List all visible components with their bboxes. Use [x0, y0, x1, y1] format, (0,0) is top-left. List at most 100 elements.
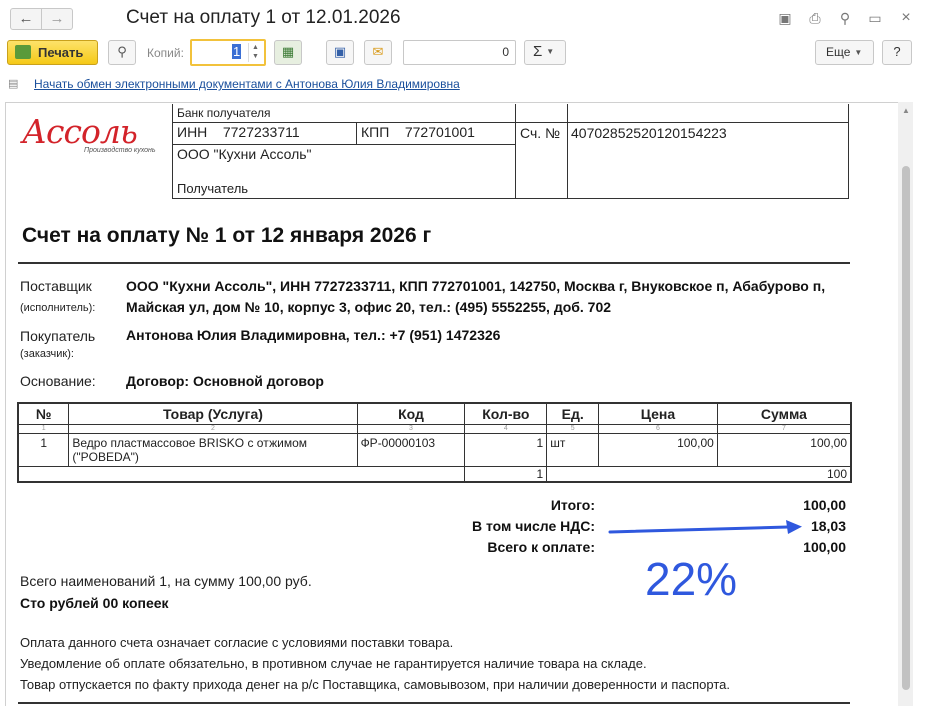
- company-logo: Ассоль Производство кухонь: [22, 112, 172, 162]
- recipient-label: Получатель: [177, 181, 249, 196]
- column-number: 7: [716, 424, 852, 433]
- magnifier-icon: ⚲: [117, 44, 127, 59]
- column-header: Кол-во: [464, 402, 548, 425]
- annotation-arrow: [608, 520, 802, 534]
- logo-tagline: Производство кухонь: [84, 147, 156, 154]
- note-line: Уведомление об оплате обязательно, в про…: [20, 656, 647, 671]
- row-price: 100,00: [598, 432, 718, 467]
- total-sum: 100: [546, 465, 853, 483]
- row-sum: 100,00: [716, 432, 852, 467]
- preview-button[interactable]: ⚲: [108, 40, 136, 65]
- basis-label: Основание:: [20, 373, 96, 389]
- more-button-label: Еще: [826, 45, 851, 59]
- email-button[interactable]: ✉: [364, 40, 392, 65]
- row-code: ФР-00000103: [356, 432, 466, 467]
- supplier-text: ООО "Кухни Ассоль", ИНН 7727233711, КПП …: [126, 278, 826, 315]
- summary-line: Всего наименований 1, на сумму 100,00 ру…: [20, 573, 312, 589]
- sigma-icon: Σ: [533, 43, 543, 60]
- scroll-thumb[interactable]: [902, 166, 910, 690]
- itogo-label: Итого:: [550, 497, 595, 513]
- buyer-sublabel: (заказчик):: [20, 348, 74, 360]
- column-number: 1: [17, 424, 70, 433]
- bank-details: Банк получателя ИНН 7727233711 КПП 77270…: [172, 104, 849, 199]
- table-header-row: № Товар (Услуга) Код Кол-во Ед. Цена Сум…: [17, 402, 852, 425]
- copies-stepper[interactable]: ▲ ▼: [248, 43, 262, 62]
- nds-label: В том числе НДС:: [471, 518, 595, 534]
- table-row: 1 Ведро пластмассовое BRISKO с отжимом (…: [17, 432, 852, 467]
- column-header: Ед.: [546, 402, 600, 425]
- supplier-label: Поставщик: [20, 278, 92, 294]
- annotation-percent: 22%: [645, 553, 738, 605]
- help-button[interactable]: ?: [882, 40, 912, 65]
- copies-input[interactable]: 1 ▲ ▼: [190, 39, 266, 66]
- exchange-icon: ▤: [8, 78, 19, 90]
- scroll-up-icon[interactable]: ▲: [901, 106, 911, 116]
- window-title: Счет на оплату 1 от 12.01.2026: [126, 7, 401, 28]
- row-product-name: Ведро пластмассовое BRISKO с отжимом ("P…: [68, 432, 358, 467]
- column-header: Товар (Услуга): [68, 402, 358, 425]
- exchange-link[interactable]: Начать обмен электронными документами с …: [34, 77, 460, 91]
- column-header: Код: [356, 402, 466, 425]
- forward-button[interactable]: →: [41, 8, 73, 30]
- arrow-right-icon: →: [49, 10, 65, 27]
- total-value: 100,00: [803, 539, 846, 555]
- sum-field[interactable]: 0: [403, 40, 516, 65]
- copies-label: Копий:: [147, 46, 184, 60]
- save-document-button[interactable]: ▣: [326, 40, 354, 65]
- envelope-icon: ✉: [372, 44, 384, 59]
- preview-icon[interactable]: ⚲: [836, 9, 854, 27]
- column-number: 6: [598, 424, 718, 433]
- back-button[interactable]: ←: [10, 8, 42, 30]
- printer-icon: [15, 45, 31, 59]
- recipient-name: ООО "Кухни Ассоль": [177, 146, 312, 162]
- basis-text: Договор: Основной договор: [126, 373, 324, 389]
- chevron-down-icon: ▼: [546, 47, 555, 57]
- table-total-row: 1 100: [17, 465, 853, 483]
- title-bar: ← → Счет на оплату 1 от 12.01.2026 ▣ ⎙ ⚲…: [0, 0, 935, 36]
- account-label: Сч. №: [520, 125, 561, 141]
- total-quantity: 1: [464, 465, 548, 483]
- floppy-icon: ▣: [333, 44, 347, 59]
- column-number: 5: [546, 424, 600, 433]
- column-header: №: [17, 402, 70, 425]
- more-button[interactable]: Еще ▼: [815, 40, 874, 65]
- column-header: Сумма: [716, 402, 852, 425]
- chevron-down-icon: ▼: [854, 47, 863, 57]
- kpp-value: КПП 772701001: [361, 124, 475, 140]
- sum-mode-dropdown[interactable]: Σ ▼: [524, 40, 566, 65]
- bank-label: Банк получателя: [177, 106, 271, 120]
- supplier-sublabel: (исполнитель):: [20, 302, 96, 314]
- restore-icon[interactable]: ▭: [866, 9, 884, 27]
- print-icon[interactable]: ⎙: [806, 9, 824, 27]
- itogo-value: 100,00: [803, 497, 846, 513]
- column-header: Цена: [598, 402, 718, 425]
- buyer-label: Покупатель: [20, 328, 96, 344]
- copies-value: 1: [232, 44, 242, 59]
- buyer-text: Антонова Юлия Владимировна, тел.: +7 (95…: [126, 327, 501, 343]
- save-icon[interactable]: ▣: [776, 9, 794, 27]
- column-number: 4: [464, 424, 548, 433]
- note-line: Оплата данного счета означает согласие с…: [20, 635, 454, 650]
- items-table: № Товар (Услуга) Код Кол-во Ед. Цена Сум…: [17, 402, 853, 483]
- close-icon[interactable]: ×: [897, 9, 915, 27]
- column-number: 3: [356, 424, 466, 433]
- arrow-left-icon: ←: [18, 10, 34, 27]
- edit-table-icon: ▦: [281, 44, 295, 59]
- print-button[interactable]: Печать: [7, 40, 98, 65]
- document-title: Счет на оплату № 1 от 12 января 2026 г: [22, 224, 432, 247]
- amount-in-words: Сто рублей 00 копеек: [20, 595, 169, 611]
- logo-brand: Ассоль: [22, 112, 138, 151]
- row-number: 1: [17, 432, 70, 467]
- note-line: Товар отпускается по факту прихода денег…: [20, 677, 730, 692]
- column-number: 2: [68, 424, 358, 433]
- print-button-label: Печать: [38, 45, 84, 60]
- title-divider: [18, 262, 850, 264]
- total-row-spacer: [17, 465, 466, 483]
- total-label: Всего к оплате:: [487, 539, 595, 555]
- row-quantity: 1: [464, 432, 548, 467]
- toolbar: Печать ⚲ Копий: 1 ▲ ▼ ▦ ▣ ✉ 0 Σ ▼ Еще ▼ ?: [0, 38, 935, 70]
- edit-mode-button[interactable]: ▦: [274, 40, 302, 65]
- row-unit: шт: [546, 432, 600, 467]
- inn-value: ИНН 7727233711: [177, 124, 300, 140]
- bottom-divider: [18, 702, 850, 704]
